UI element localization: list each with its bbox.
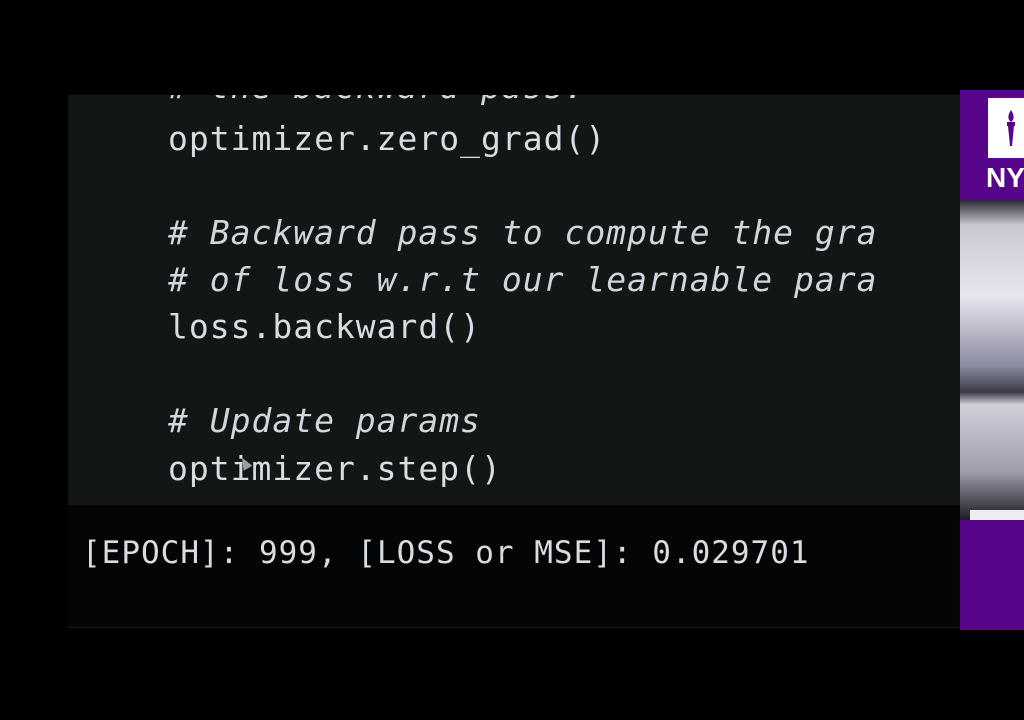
code-line-step: optimizer.step() xyxy=(168,449,502,488)
logo-text: NY xyxy=(986,162,1024,193)
code-line-backward: loss.backward() xyxy=(168,307,482,346)
code-cell[interactable]: # the backward pass. optimizer.zero_grad… xyxy=(68,95,960,505)
nyu-logo: NY xyxy=(960,90,1024,200)
code-comment-line: # Update params xyxy=(168,401,482,440)
code-comment-line: # of loss w.r.t our learnable para xyxy=(168,260,878,299)
classroom-video xyxy=(960,200,1024,540)
purple-banner xyxy=(960,520,1024,630)
cell-output: [EPOCH]: 999, [LOSS or MSE]: 0.029701 xyxy=(68,505,960,628)
torch-icon xyxy=(1007,110,1015,146)
code-line-zero-grad: optimizer.zero_grad() xyxy=(168,119,607,158)
speaker-video-inset: NY xyxy=(960,90,1024,630)
lecture-screen: # the backward pass. optimizer.zero_grad… xyxy=(0,0,1024,720)
output-text: [EPOCH]: 999, [LOSS or MSE]: 0.029701 xyxy=(82,535,810,571)
code-comment-line: # the backward pass. xyxy=(168,95,585,107)
code-comment-line: # Backward pass to compute the gra xyxy=(168,213,878,252)
